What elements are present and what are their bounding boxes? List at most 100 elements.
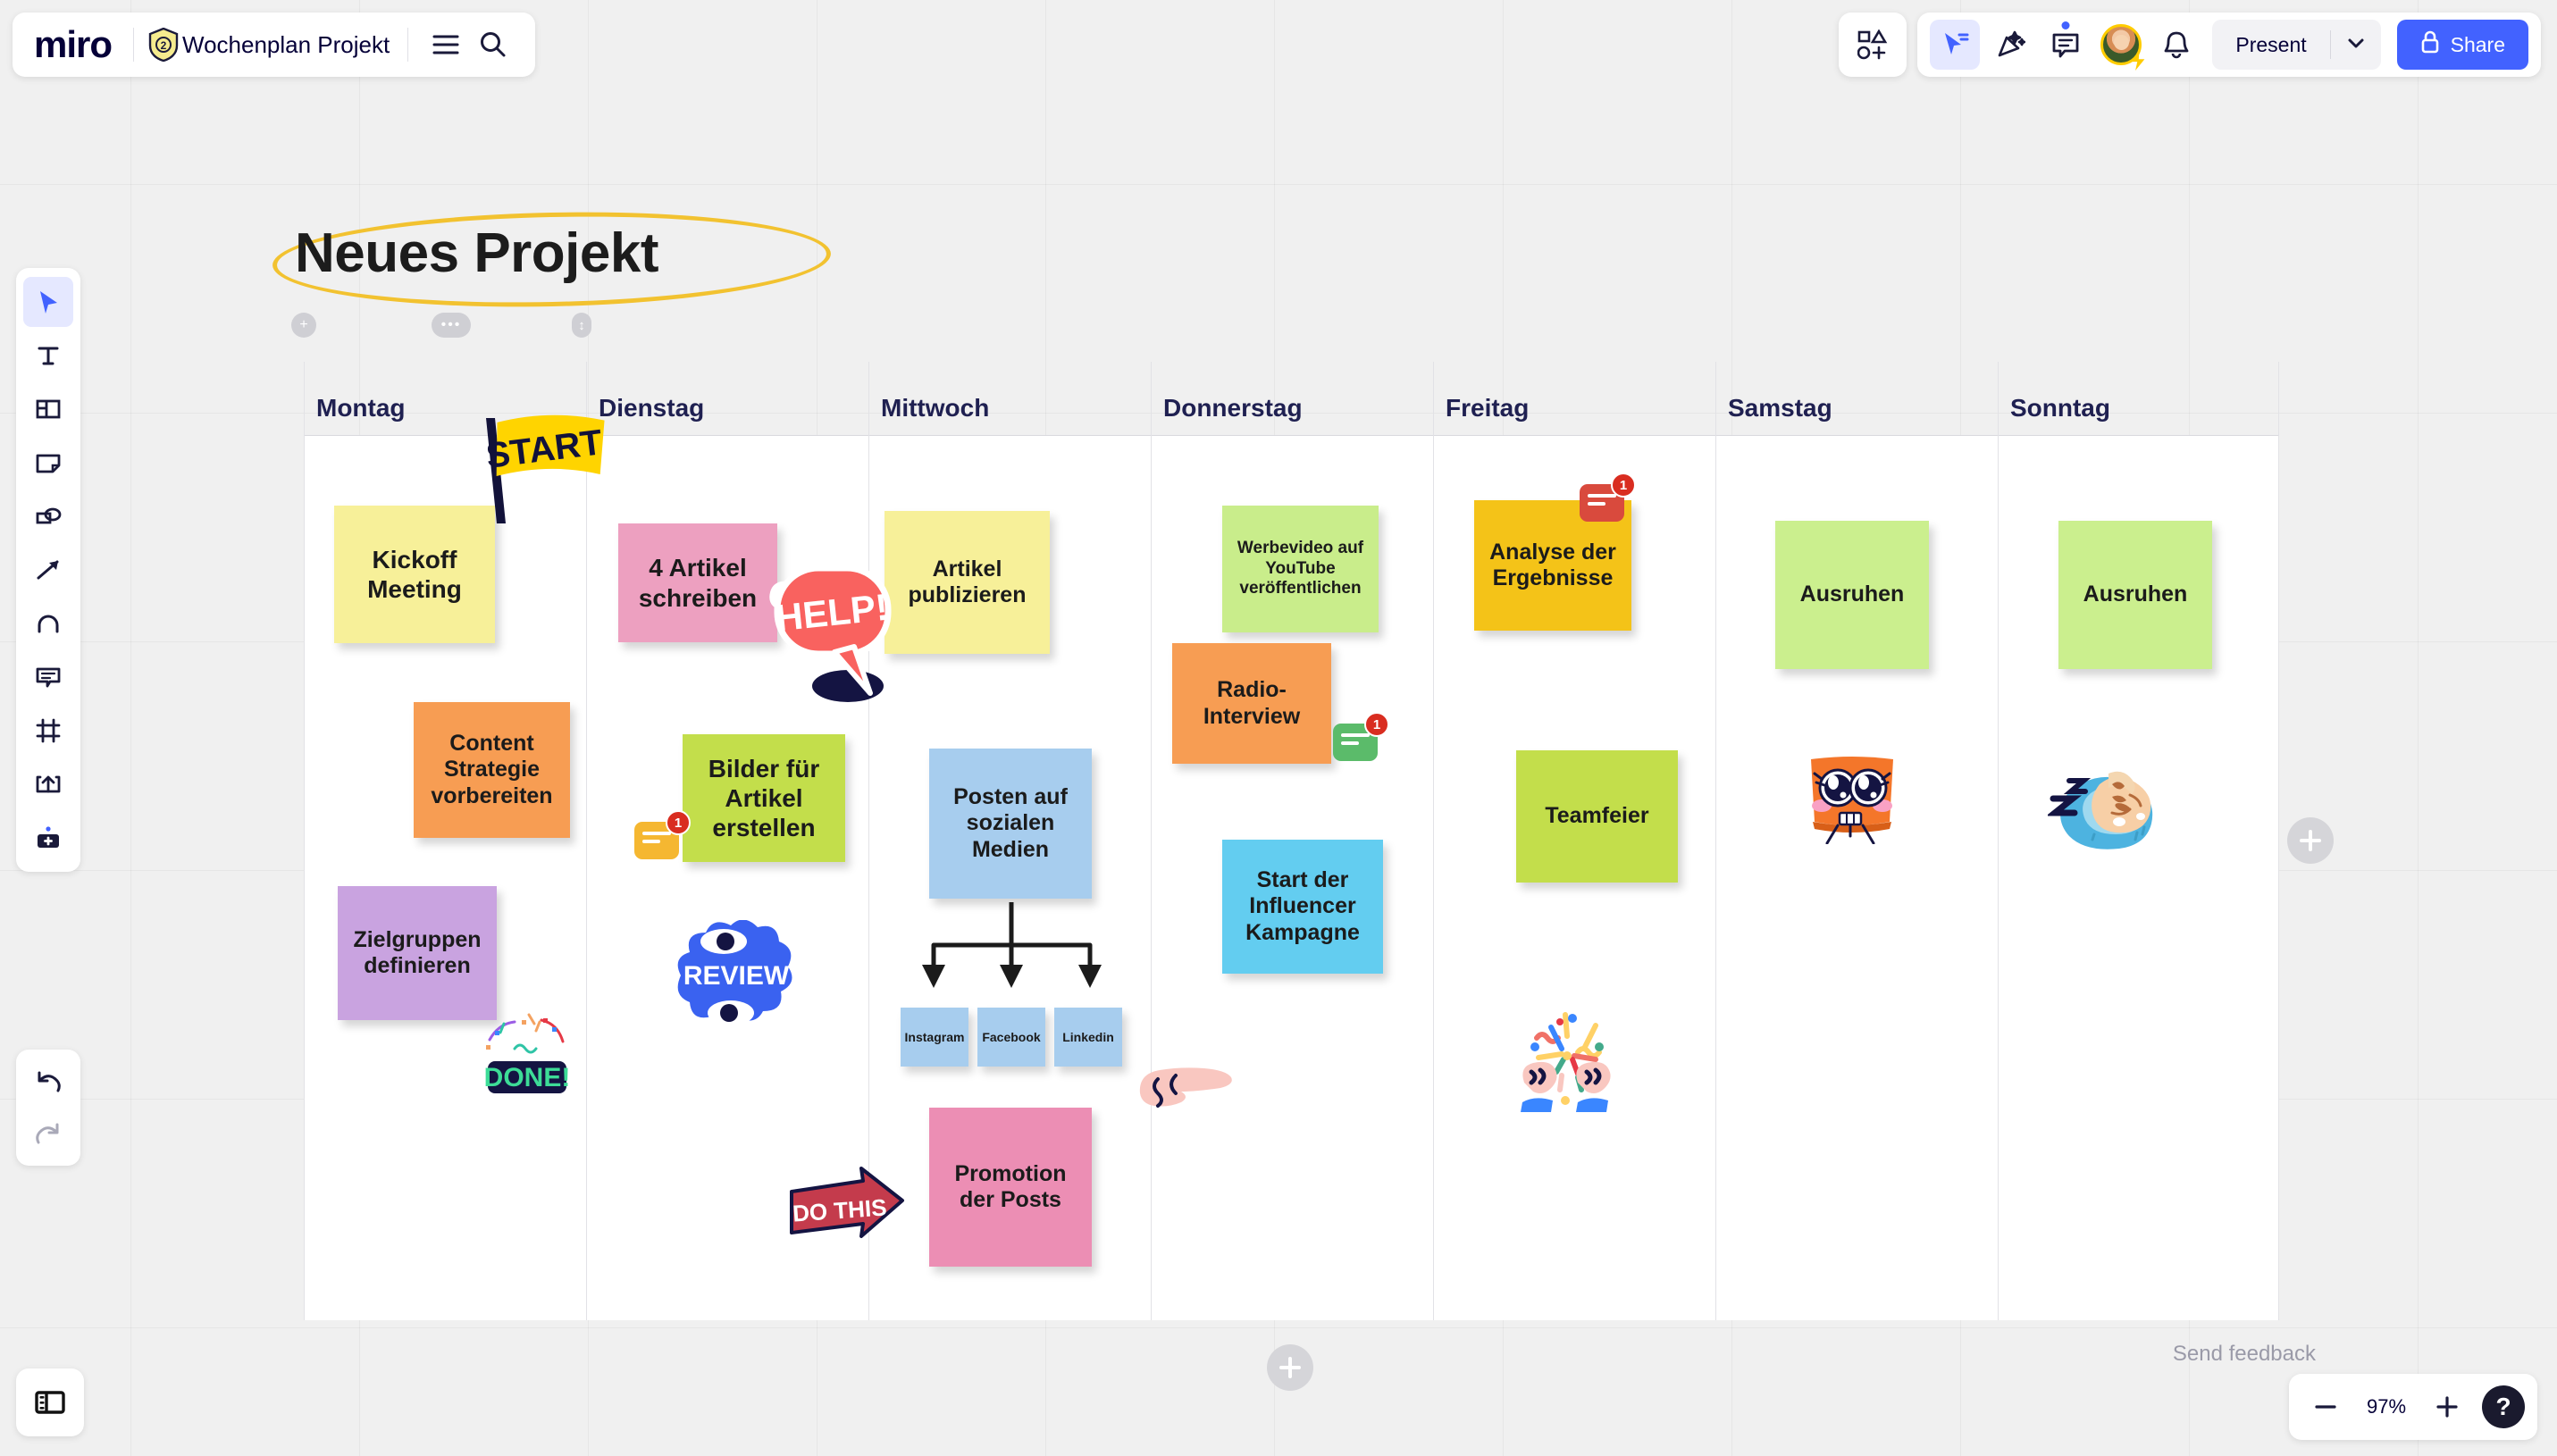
sticky-note[interactable]: Ausruhen bbox=[1775, 521, 1929, 669]
top-bar-left: miro 2 Wochenplan Projekt bbox=[13, 13, 536, 77]
shapes-group bbox=[1839, 13, 1907, 77]
day-column-mittwoch[interactable]: Mittwoch bbox=[868, 362, 1151, 435]
sidebar-item-pen-tool[interactable] bbox=[23, 598, 73, 649]
sticky-note-text: Content Strategie vorbereiten bbox=[431, 730, 553, 808]
sticky-note[interactable]: Content Strategie vorbereiten bbox=[414, 702, 570, 838]
present-button[interactable]: Present bbox=[2212, 33, 2329, 57]
comment-badge[interactable]: 1 bbox=[1580, 473, 1636, 522]
zoom-controls: 97% ? bbox=[2289, 1374, 2537, 1440]
pointing-hand-sticker[interactable] bbox=[1136, 1052, 1235, 1124]
sidebar-item-connection-line-tool[interactable] bbox=[23, 545, 73, 595]
miro-logo[interactable]: miro bbox=[32, 23, 119, 66]
review-eyes-sticker[interactable]: REVIEW bbox=[668, 920, 804, 1032]
zoom-in-button[interactable] bbox=[2423, 1383, 2471, 1431]
comment-count: 1 bbox=[1611, 473, 1636, 498]
sidebar-item-templates-tool[interactable] bbox=[23, 384, 73, 434]
branch-connector bbox=[922, 902, 1102, 988]
divider bbox=[133, 28, 135, 62]
column-divider bbox=[2278, 362, 2279, 1320]
sticky-note-text: 4 Artikel schreiben bbox=[638, 554, 758, 612]
bell-icon[interactable] bbox=[2151, 20, 2201, 70]
help-bubble-sticker[interactable]: HELP! bbox=[765, 550, 899, 702]
day-label: Montag bbox=[316, 394, 406, 422]
sticky-note[interactable]: Start der Influencer Kampagne bbox=[1222, 840, 1383, 974]
send-feedback-link[interactable]: Send feedback bbox=[2173, 1342, 2316, 1367]
shapes-icon[interactable] bbox=[1848, 20, 1898, 70]
top-bar-right: Present Share bbox=[1839, 13, 2541, 77]
zoom-out-button[interactable] bbox=[2301, 1383, 2350, 1431]
redo-icon[interactable] bbox=[23, 1109, 73, 1159]
day-column-sonntag[interactable]: Sonntag bbox=[1998, 362, 2279, 435]
sidebar-item-shapes-tool[interactable] bbox=[23, 491, 73, 541]
svg-text:REVIEW: REVIEW bbox=[683, 961, 790, 991]
add-row-button[interactable] bbox=[1267, 1344, 1313, 1391]
avatar[interactable] bbox=[2096, 20, 2146, 71]
day-column-dienstag[interactable]: Dienstag bbox=[586, 362, 868, 435]
unread-dot bbox=[2061, 21, 2070, 29]
sticky-note[interactable]: Artikel publizieren bbox=[884, 511, 1050, 654]
comment-lines-icon bbox=[1341, 733, 1370, 749]
resize-chip[interactable]: ↕ bbox=[572, 313, 591, 338]
divider bbox=[407, 28, 409, 62]
reactions-icon[interactable] bbox=[1985, 20, 2035, 70]
sticky-note-text: Posten auf sozialen Medien bbox=[953, 783, 1068, 862]
sticky-note-text: Radio-Interview bbox=[1203, 677, 1301, 729]
sticky-note[interactable]: 4 Artikel schreiben bbox=[618, 523, 777, 642]
board-title[interactable]: Wochenplan Projekt bbox=[179, 31, 393, 59]
sticky-note[interactable]: Zielgruppen definieren bbox=[338, 886, 497, 1020]
sticky-note-text: Ausruhen bbox=[1799, 582, 1905, 607]
zoom-level[interactable]: 97% bbox=[2355, 1395, 2418, 1418]
chevron-down-icon[interactable] bbox=[2331, 37, 2381, 54]
more-options-chip[interactable]: ••• bbox=[432, 313, 471, 338]
excited-face-sticker[interactable] bbox=[1802, 750, 1902, 844]
sticky-note[interactable]: Teamfeier bbox=[1516, 750, 1678, 883]
sidebar-item-more-apps-tool[interactable] bbox=[23, 813, 73, 863]
plan-shield-badge[interactable]: 2 bbox=[148, 28, 179, 62]
help-button[interactable]: ? bbox=[2482, 1385, 2525, 1428]
sticky-note[interactable]: Ausruhen bbox=[2058, 521, 2212, 669]
start-flag-sticker[interactable]: START bbox=[472, 411, 619, 531]
comment-badge[interactable]: 1 bbox=[634, 810, 691, 859]
comments-icon[interactable] bbox=[2041, 20, 2091, 70]
sticky-note[interactable]: Bilder für Artikel erstellen bbox=[683, 734, 845, 862]
undo-icon[interactable] bbox=[23, 1057, 73, 1107]
day-label: Freitag bbox=[1446, 394, 1530, 422]
do-this-arrow-sticker[interactable]: DO THIS bbox=[784, 1161, 910, 1259]
comment-count: 1 bbox=[1364, 712, 1389, 737]
page-title[interactable]: Neues Projekt bbox=[295, 222, 659, 285]
sticky-note-text: Instagram bbox=[904, 1029, 965, 1044]
day-label: Samstag bbox=[1728, 394, 1832, 422]
sticky-note[interactable]: Promotion der Posts bbox=[929, 1108, 1092, 1267]
cursor-select-icon[interactable] bbox=[1930, 20, 1981, 70]
sticky-note[interactable]: Posten auf sozialen Medien bbox=[929, 749, 1092, 899]
side-panel-icon[interactable] bbox=[16, 1368, 84, 1436]
sidebar-item-comment-tool[interactable] bbox=[23, 652, 73, 702]
comment-badge[interactable]: 1 bbox=[1333, 712, 1389, 761]
sticky-note[interactable]: Radio-Interview bbox=[1172, 643, 1331, 764]
sticky-note-text: Start der Influencer Kampagne bbox=[1245, 866, 1360, 945]
sidebar-item-frame-tool[interactable] bbox=[23, 706, 73, 756]
sticky-note[interactable]: Kickoff Meeting bbox=[334, 506, 495, 643]
add-below-chip[interactable]: + bbox=[291, 313, 316, 338]
add-column-button[interactable] bbox=[2287, 817, 2334, 864]
sidebar-item-upload-tool[interactable] bbox=[23, 759, 73, 809]
column-divider bbox=[1433, 362, 1434, 1320]
done-confetti-sticker[interactable]: DONE! bbox=[474, 1002, 581, 1118]
share-button[interactable]: Share bbox=[2396, 20, 2528, 70]
sidebar-item-text-tool[interactable] bbox=[23, 331, 73, 381]
sidebar-item-select-tool[interactable] bbox=[23, 277, 73, 327]
day-label: Sonntag bbox=[2010, 394, 2110, 422]
sticky-note-text: Facebook bbox=[982, 1029, 1041, 1044]
day-column-samstag[interactable]: Samstag bbox=[1715, 362, 1998, 435]
sleeping-face-sticker[interactable] bbox=[2048, 757, 2159, 851]
day-column-freitag[interactable]: Freitag bbox=[1433, 362, 1715, 435]
lock-icon bbox=[2420, 30, 2440, 59]
hamburger-menu-icon[interactable] bbox=[423, 21, 469, 68]
column-divider bbox=[1151, 362, 1152, 1320]
search-icon[interactable] bbox=[469, 21, 516, 68]
sticky-note[interactable]: Werbevideo auf YouTube veröffentlichen bbox=[1222, 506, 1379, 632]
sidebar-item-sticky-note-tool[interactable] bbox=[23, 438, 73, 488]
sticky-note-text: Ausruhen bbox=[2083, 582, 2188, 607]
celebration-hands-sticker[interactable] bbox=[1510, 1000, 1622, 1112]
day-column-donnerstag[interactable]: Donnerstag bbox=[1151, 362, 1433, 435]
